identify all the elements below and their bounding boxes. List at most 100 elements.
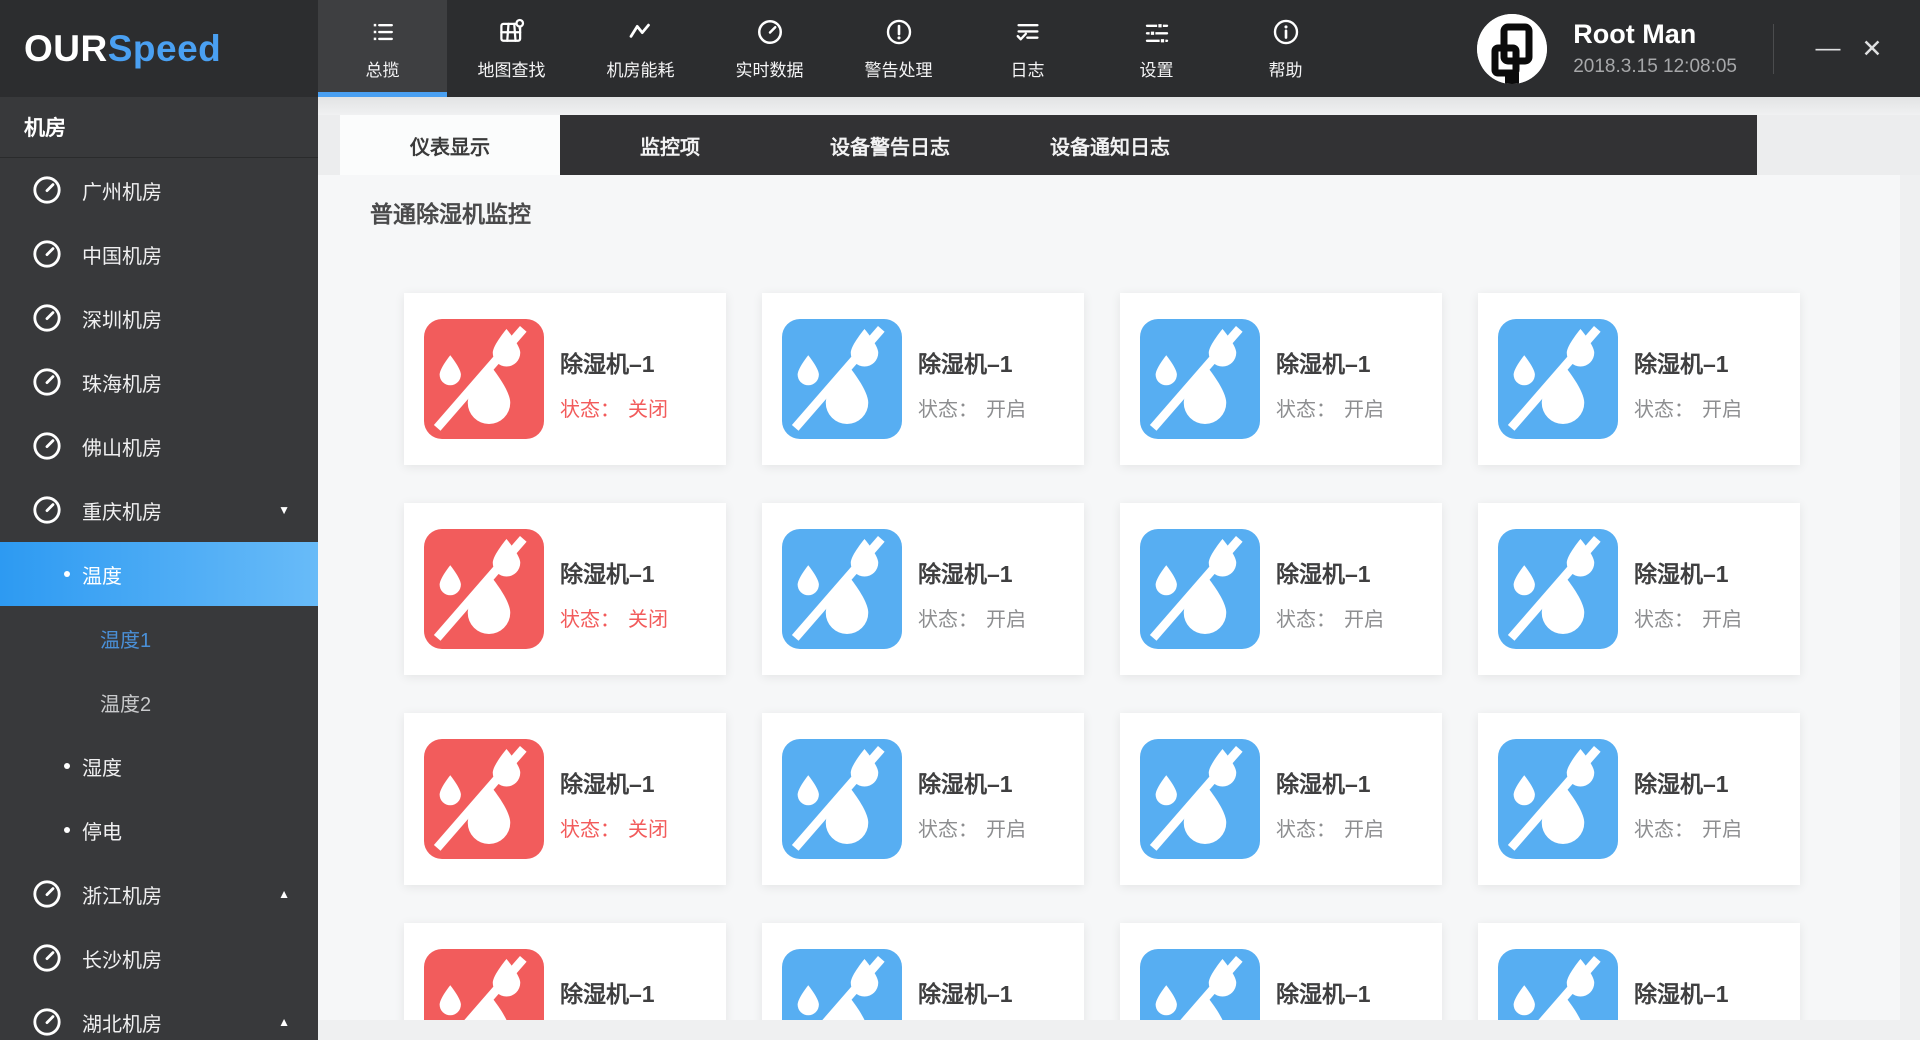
sidebar-item-changsha[interactable]: 长沙机房 — [0, 926, 318, 990]
topbar: OURSpeed 总揽 地图查找 — [0, 0, 1920, 97]
tab-device-notice-log[interactable]: 设备通知日志 — [1000, 115, 1220, 175]
sidebar-item-label: 广州机房 — [82, 176, 162, 205]
device-name: 除湿机–1 — [1276, 345, 1384, 379]
sidebar-item-zhuhai[interactable]: 珠海机房 — [0, 350, 318, 414]
user-meta: Root Man 2018.3.15 12:08:05 — [1573, 18, 1737, 79]
tab-bar: 仪表显示 监控项 设备警告日志 设备通知日志 — [318, 115, 1920, 175]
sidebar-item-humidity[interactable]: 湿度 — [0, 734, 318, 798]
nav-item-alerts[interactable]: 警告处理 — [834, 0, 963, 97]
device-card[interactable]: 除湿机–1 状态：开启 — [1478, 713, 1800, 885]
dehumidifier-icon — [1140, 529, 1260, 649]
sidebar-item-label: 珠海机房 — [82, 368, 162, 397]
bullet-icon — [64, 571, 70, 577]
nav-item-overview[interactable]: 总揽 — [318, 0, 447, 97]
sidebar-item-zhejiang[interactable]: 浙江机房 ▲ — [0, 862, 318, 926]
nav-label: 帮助 — [1269, 56, 1303, 81]
info-circle-icon — [1271, 17, 1301, 47]
device-card[interactable]: 除湿机–1 状态：关闭 — [404, 503, 726, 675]
dehumidifier-icon — [1498, 949, 1618, 1020]
sidebar-item-chongqing[interactable]: 重庆机房 ▼ — [0, 478, 318, 542]
nav-item-energy[interactable]: 机房能耗 — [576, 0, 705, 97]
sidebar-item-label: 停电 — [82, 816, 122, 845]
dehumidifier-icon — [1498, 319, 1618, 439]
map-search-icon — [497, 17, 527, 47]
user-area: Root Man 2018.3.15 12:08:05 — ✕ — [1477, 0, 1920, 97]
list-icon — [368, 17, 398, 47]
nav-item-realtime-data[interactable]: 实时数据 — [705, 0, 834, 97]
device-card[interactable]: 除湿机–1 状态：开启 — [1120, 293, 1442, 465]
tab-monitor-items[interactable]: 监控项 — [560, 115, 780, 175]
device-card[interactable]: 除湿机–1 状态：开启 — [1478, 923, 1800, 1020]
device-card[interactable]: 除湿机–1 状态：关闭 — [404, 713, 726, 885]
chevron-up-icon[interactable]: ▲ — [278, 1015, 290, 1029]
device-card[interactable]: 除湿机–1 状态：关闭 — [404, 923, 726, 1020]
sidebar-item-guangzhou[interactable]: 广州机房 — [0, 158, 318, 222]
gauge-icon — [30, 941, 64, 975]
brand-suffix: Speed — [108, 28, 222, 70]
device-grid: 除湿机–1 状态：关闭 除湿机–1 状态：开启 除湿机–1 状态：开启 — [404, 293, 1800, 1020]
sidebar-item-label: 浙江机房 — [82, 880, 162, 909]
section-title: 普通除湿机监控 — [370, 195, 531, 229]
tab-dashboard[interactable]: 仪表显示 — [340, 115, 560, 175]
device-name: 除湿机–1 — [1634, 345, 1742, 379]
sidebar-item-foshan[interactable]: 佛山机房 — [0, 414, 318, 478]
nav-label: 实时数据 — [736, 56, 804, 81]
sidebar-item-shenzhen[interactable]: 深圳机房 — [0, 286, 318, 350]
device-card[interactable]: 除湿机–1 状态：开启 — [762, 503, 1084, 675]
sidebar-item-power-outage[interactable]: 停电 — [0, 798, 318, 862]
device-card[interactable]: 除湿机–1 状态：开启 — [762, 923, 1084, 1020]
dehumidifier-icon — [782, 949, 902, 1020]
close-button[interactable]: ✕ — [1850, 34, 1894, 64]
nav-item-map-search[interactable]: 地图查找 — [447, 0, 576, 97]
sidebar-item-temperature[interactable]: 温度 — [0, 542, 318, 606]
device-card[interactable]: 除湿机–1 状态：开启 — [1478, 503, 1800, 675]
device-name: 除湿机–1 — [560, 975, 668, 1009]
sidebar-item-hubei[interactable]: 湖北机房 ▲ — [0, 990, 318, 1040]
device-card[interactable]: 除湿机–1 状态：开启 — [762, 713, 1084, 885]
vertical-scrollbar[interactable] — [1900, 175, 1920, 1020]
sidebar-item-label: 深圳机房 — [82, 304, 162, 333]
device-card[interactable]: 除湿机–1 状态：开启 — [1120, 713, 1442, 885]
gauge-icon — [30, 237, 64, 271]
device-card[interactable]: 除湿机–1 状态：开启 — [1478, 293, 1800, 465]
horizontal-scrollbar[interactable] — [318, 1020, 1920, 1040]
gauge-icon — [30, 1005, 64, 1039]
device-name: 除湿机–1 — [1634, 975, 1742, 1009]
device-name: 除湿机–1 — [918, 975, 1026, 1009]
sidebar-item-zhongguo[interactable]: 中国机房 — [0, 222, 318, 286]
sidebar: 机房 广州机房 中国机房 深圳机房 珠海机房 佛山机房 — [0, 97, 318, 1040]
device-card[interactable]: 除湿机–1 状态：开启 — [1120, 503, 1442, 675]
device-status: 状态：开启 — [1276, 813, 1384, 842]
device-name: 除湿机–1 — [560, 345, 668, 379]
sidebar-item-label: 温度 — [82, 560, 122, 589]
tab-device-alert-log[interactable]: 设备警告日志 — [780, 115, 1000, 175]
app-window: OURSpeed 总揽 地图查找 — [0, 0, 1920, 1040]
sliders-icon — [1142, 17, 1172, 47]
device-status: 状态：开启 — [1634, 813, 1742, 842]
sidebar-item-label: 温度2 — [100, 688, 151, 717]
nav-item-logs[interactable]: 日志 — [963, 0, 1092, 97]
chevron-down-icon[interactable]: ▼ — [278, 503, 290, 517]
device-name: 除湿机–1 — [918, 345, 1026, 379]
device-status: 状态：关闭 — [560, 603, 668, 632]
device-status: 状态：开启 — [1634, 393, 1742, 422]
nav-item-settings[interactable]: 设置 — [1092, 0, 1221, 97]
nav-label: 设置 — [1140, 56, 1174, 81]
nav-item-help[interactable]: 帮助 — [1221, 0, 1350, 97]
device-card[interactable]: 除湿机–1 状态：开启 — [1120, 923, 1442, 1020]
sidebar-item-temperature2[interactable]: 温度2 — [0, 670, 318, 734]
minimize-button[interactable]: — — [1806, 34, 1850, 63]
topbar-shadow-strip — [318, 97, 1920, 115]
nav-label: 日志 — [1011, 56, 1045, 81]
sidebar-item-label: 佛山机房 — [82, 432, 162, 461]
sidebar-item-temperature1[interactable]: 温度1 — [0, 606, 318, 670]
alert-circle-icon — [884, 17, 914, 47]
log-list-icon — [1013, 17, 1043, 47]
device-status: 状态：关闭 — [560, 393, 668, 422]
device-card[interactable]: 除湿机–1 状态：开启 — [762, 293, 1084, 465]
avatar[interactable] — [1477, 14, 1547, 84]
nav-label: 机房能耗 — [607, 56, 675, 81]
device-card[interactable]: 除湿机–1 状态：关闭 — [404, 293, 726, 465]
top-navigation: 总揽 地图查找 机房能耗 实时数据 — [318, 0, 1350, 97]
chevron-up-icon[interactable]: ▲ — [278, 887, 290, 901]
